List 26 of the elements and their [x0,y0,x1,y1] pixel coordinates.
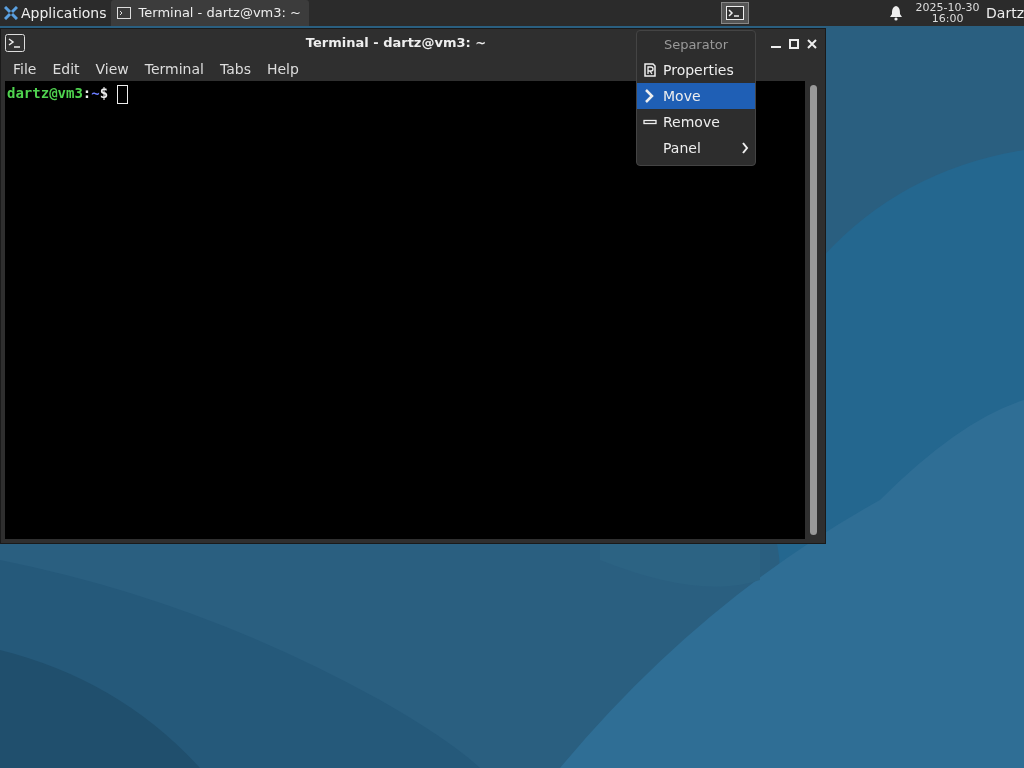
document-icon [643,63,657,77]
menu-header: Separator [662,36,730,54]
context-menu-item[interactable]: Panel [637,135,755,161]
applications-menu-button[interactable]: Applications [0,0,111,26]
window-title: Terminal - dartz@vm3: ~ [305,34,487,53]
logo-icon [4,6,18,20]
context-menu-item[interactable]: Move [637,83,755,109]
terminal-icon [116,7,131,19]
scrollbar-thumb[interactable] [809,85,817,535]
terminal-launcher-icon[interactable] [720,2,749,24]
menu-item[interactable]: Edit [44,58,88,80]
maximize-icon [789,38,799,49]
close-icon [807,38,817,49]
context-menu-item[interactable]: Remove [637,109,755,135]
menu-item[interactable]: View [87,58,137,80]
terminal-icon [5,34,25,52]
menu-item[interactable]: File [5,58,45,80]
clock[interactable]: 2025-10-30 16:00 [915,2,980,24]
user-name[interactable]: Dartz [986,2,1024,24]
menu-item[interactable]: Tabs [211,58,259,80]
minimize-icon [771,46,781,48]
menu-item[interactable]: Help [258,58,307,80]
notification-bell-icon[interactable] [888,5,903,21]
context-menu-item[interactable]: Properties [637,57,755,83]
taskbar-window-button[interactable]: Terminal - dartz@vm3: ~ [110,0,309,26]
menu-item[interactable]: Terminal [136,58,212,80]
